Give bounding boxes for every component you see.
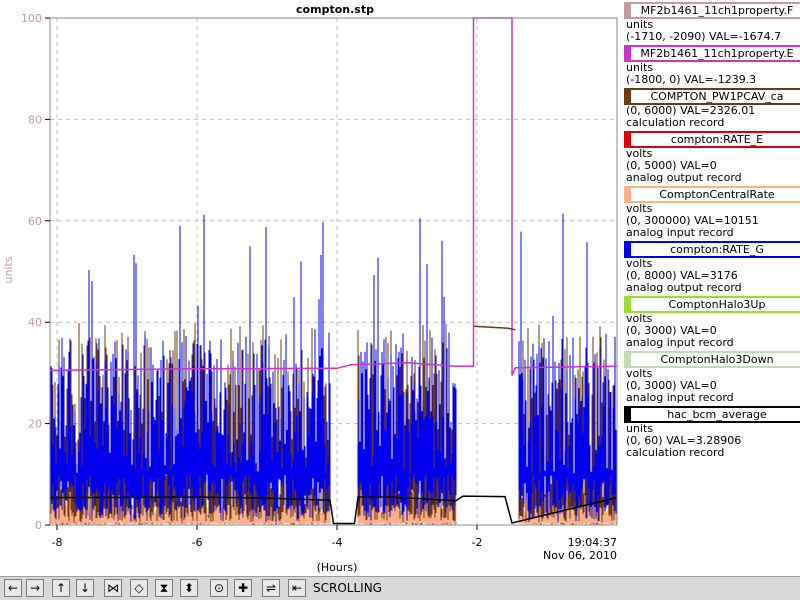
end-button[interactable]: ⇤	[288, 579, 306, 597]
scroll-left-button[interactable]: ←	[4, 579, 22, 597]
zoom-out-y-button[interactable]: ⬍	[180, 579, 198, 597]
legend-entry[interactable]: compton:RATE_G volts (0, 8000) VAL=3176 ana…	[622, 241, 800, 294]
legend-detail: analog input record	[626, 391, 734, 404]
x-tick-label: -4	[332, 536, 343, 549]
legend-entry[interactable]: ComptonHalo3Down volts (0, 3000) VAL=0 anal…	[622, 351, 800, 404]
y-axis-ticks: 0 20 40 60 80 100	[21, 12, 50, 532]
scroll-down-button[interactable]: ↓	[76, 579, 94, 597]
y-tick-label: 20	[28, 418, 42, 431]
legend-panel: MF2b1461_11ch1property.F units (-1710, -20…	[622, 0, 800, 576]
mode-button[interactable]: ⇌	[262, 579, 280, 597]
status-text: SCROLLING	[313, 581, 382, 595]
legend-name: ComptonHalo3Up	[624, 296, 800, 313]
series-line	[473, 325, 516, 331]
legend-entry[interactable]: hac_bcm_average units (0, 60) VAL=3.28906 c…	[622, 406, 800, 459]
legend-name: ComptonHalo3Down	[624, 351, 800, 368]
legend-detail: analog output record	[626, 171, 742, 184]
legend-name: ComptonCentralRate	[624, 186, 800, 203]
legend-entry[interactable]: compton:RATE_E volts (0, 5000) VAL=0 analog…	[622, 131, 800, 184]
y-axis-label: units	[2, 256, 15, 283]
x-tick-label: -2	[472, 536, 483, 549]
timestamp-time: 19:04:37	[568, 536, 617, 549]
legend-detail: analog input record	[626, 226, 734, 239]
chart-plot[interactable]: compton.stp 020406080100 -8 -6 -4 -2 units …	[0, 0, 620, 576]
legend-entry[interactable]: ComptonCentralRate volts (0, 300000) VAL=1…	[622, 186, 800, 239]
legend-detail: calculation record	[626, 116, 725, 129]
x-axis-label: (Hours)	[317, 561, 358, 574]
legend-name: MF2b1461_11ch1property.F	[624, 2, 800, 19]
legend-entry[interactable]: MF2b1461_11ch1property.F units (-1710, -20…	[622, 2, 800, 43]
scroll-right-button[interactable]: →	[26, 579, 44, 597]
legend-name: MF2b1461_11ch1property.E	[624, 45, 800, 62]
zoom-out-x-button[interactable]: ◇	[130, 579, 148, 597]
legend-detail: analog input record	[626, 336, 734, 349]
legend-entry[interactable]: COMPTON_PW1PCAV_ca (0, 6000) VAL=2326.01 c…	[622, 88, 800, 129]
y-tick-label: 40	[28, 316, 42, 329]
legend-entry[interactable]: MF2b1461_11ch1property.E units (-1800, 0) …	[622, 45, 800, 86]
chart-title: compton.stp	[296, 3, 374, 16]
legend-entry[interactable]: ComptonHalo3Up volts (0, 3000) VAL=0 analog…	[622, 296, 800, 349]
y-tick-label: 60	[28, 215, 42, 228]
toolbar: ← → ↑ ↓ ⋈ ◇ ⧗ ⬍ ⊙ ✚ ⇌ ⇤ SCROLLING	[0, 576, 800, 600]
auto-scale-button[interactable]: ⊙	[210, 579, 228, 597]
legend-name: hac_bcm_average	[624, 406, 800, 423]
timestamp-date: Nov 06, 2010	[543, 549, 617, 562]
zoom-in-y-button[interactable]: ⧗	[155, 579, 173, 597]
x-tick-label: -6	[192, 536, 203, 549]
reset-button[interactable]: ✚	[234, 579, 252, 597]
y-tick-label: 80	[28, 113, 42, 126]
x-axis-ticks: -8 -6 -4 -2	[52, 525, 483, 549]
legend-detail: (-1800, 0) VAL=-1239.3	[626, 73, 757, 86]
legend-name: COMPTON_PW1PCAV_ca	[624, 88, 800, 105]
legend-detail: analog output record	[626, 281, 742, 294]
scroll-up-button[interactable]: ↑	[52, 579, 70, 597]
x-tick-label: -8	[52, 536, 63, 549]
zoom-in-x-button[interactable]: ⋈	[104, 579, 122, 597]
y-tick-label: 0	[35, 519, 42, 532]
legend-name: compton:RATE_G	[624, 241, 800, 258]
legend-detail: calculation record	[626, 446, 725, 459]
legend-detail: (-1710, -2090) VAL=-1674.7	[626, 30, 782, 43]
legend-name: compton:RATE_E	[624, 131, 800, 148]
y-tick-label: 100	[21, 12, 42, 25]
